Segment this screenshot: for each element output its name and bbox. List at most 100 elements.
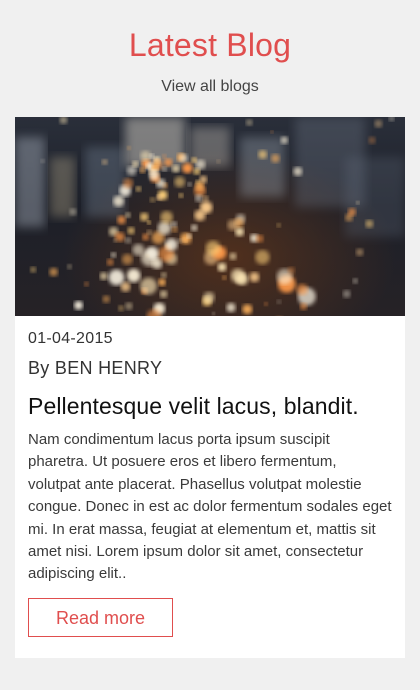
bokeh-light (270, 130, 274, 134)
bokeh-light (177, 238, 182, 244)
bokeh-light (352, 278, 358, 284)
bokeh-light (139, 167, 146, 174)
post-author: By BEN HENRY (28, 358, 163, 378)
bokeh-light (186, 233, 192, 239)
read-more-button[interactable]: Read more (28, 597, 173, 637)
bokeh-light (156, 194, 162, 201)
bokeh-light (84, 281, 89, 287)
bokeh-light (172, 164, 180, 173)
bokeh-light (195, 159, 206, 170)
bokeh-light (161, 272, 167, 278)
bokeh-glow (50, 157, 75, 217)
view-all-blogs-link[interactable]: View all blogs (0, 78, 420, 96)
bokeh-light (157, 221, 172, 235)
bokeh-light (74, 300, 83, 310)
bokeh-light (217, 262, 227, 272)
bokeh-light (127, 227, 135, 235)
bokeh-light (106, 258, 114, 266)
bokeh-light (227, 219, 239, 231)
bokeh-light (108, 269, 125, 286)
post-image[interactable] (15, 117, 405, 316)
bokeh-light (30, 266, 37, 273)
bokeh-light (182, 163, 193, 174)
bokeh-light (126, 146, 131, 150)
bokeh-light (125, 302, 133, 310)
bokeh-light (256, 234, 264, 243)
bokeh-light (170, 221, 178, 228)
bokeh-light (67, 264, 72, 270)
bokeh-light (101, 159, 108, 165)
bokeh-light (246, 119, 253, 126)
bokeh-light (179, 154, 188, 163)
bokeh-light (194, 209, 206, 221)
bokeh-light (146, 220, 151, 225)
bokeh-light (202, 195, 209, 202)
bokeh-light (195, 179, 200, 184)
post-excerpt: Nam condimentum lacus porta ipsum suscip… (28, 431, 392, 583)
bokeh-light (230, 268, 245, 283)
bokeh-light (118, 305, 124, 311)
bokeh-light (205, 240, 221, 256)
bokeh-light (178, 193, 184, 198)
bokeh-light (126, 166, 137, 176)
post-title[interactable]: Pellentesque velit lacus, blandit. (28, 393, 392, 420)
bokeh-light (140, 277, 157, 295)
bokeh-light (102, 295, 110, 303)
bokeh-light (49, 267, 58, 277)
bokeh-light (226, 302, 236, 313)
bokeh-light (148, 169, 160, 180)
bokeh-light (368, 136, 376, 144)
bokeh-light (164, 158, 173, 167)
bokeh-light (132, 161, 139, 167)
bokeh-light (374, 119, 383, 128)
bokeh-light (242, 304, 253, 315)
bokeh-light (117, 215, 126, 225)
post-body: 01-04-2015 By BEN HENRY Pellentesque vel… (15, 316, 405, 637)
bokeh-light (145, 246, 159, 260)
bokeh-light (194, 194, 203, 202)
bokeh-light (190, 224, 198, 232)
bokeh-glow (240, 137, 285, 197)
post-image-bokeh (15, 117, 405, 316)
bokeh-light (140, 150, 151, 161)
bokeh-light (162, 154, 167, 159)
bokeh-light (280, 136, 288, 144)
bokeh-light (229, 252, 237, 260)
bokeh-light (271, 153, 280, 163)
bokeh-light (160, 211, 173, 224)
bokeh-light (146, 229, 152, 235)
bokeh-light (356, 200, 360, 205)
bokeh-light (120, 281, 131, 292)
bokeh-light (276, 223, 281, 228)
bokeh-light (388, 117, 395, 122)
blog-post-card: 01-04-2015 By BEN HENRY Pellentesque vel… (15, 117, 405, 658)
bokeh-light (149, 153, 155, 159)
bokeh-glow (345, 157, 405, 237)
section-title: Latest Blog (128, 27, 292, 63)
bokeh-light (132, 243, 145, 256)
bokeh-light (121, 253, 133, 265)
bokeh-light (276, 299, 282, 304)
bokeh-light (191, 157, 197, 163)
bokeh-light (113, 195, 125, 207)
bokeh-light (348, 208, 356, 217)
bokeh-light (158, 278, 166, 286)
bokeh-light (113, 238, 117, 243)
bokeh-light (171, 226, 178, 233)
bokeh-light (203, 291, 215, 304)
bokeh-light (300, 303, 307, 310)
bokeh-light (165, 238, 178, 251)
bokeh-light (293, 166, 303, 176)
bokeh-light (40, 159, 45, 164)
post-date: 01-04-2015 (28, 330, 113, 347)
bokeh-light (249, 272, 260, 283)
bokeh-light (142, 233, 149, 241)
bokeh-light (287, 266, 295, 275)
bokeh-light (124, 237, 132, 244)
bokeh-light (187, 182, 192, 187)
bokeh-light (99, 272, 108, 280)
bokeh-light (174, 176, 186, 188)
bokeh-light (150, 197, 156, 203)
bokeh-light (122, 178, 134, 189)
bokeh-light (212, 312, 216, 316)
